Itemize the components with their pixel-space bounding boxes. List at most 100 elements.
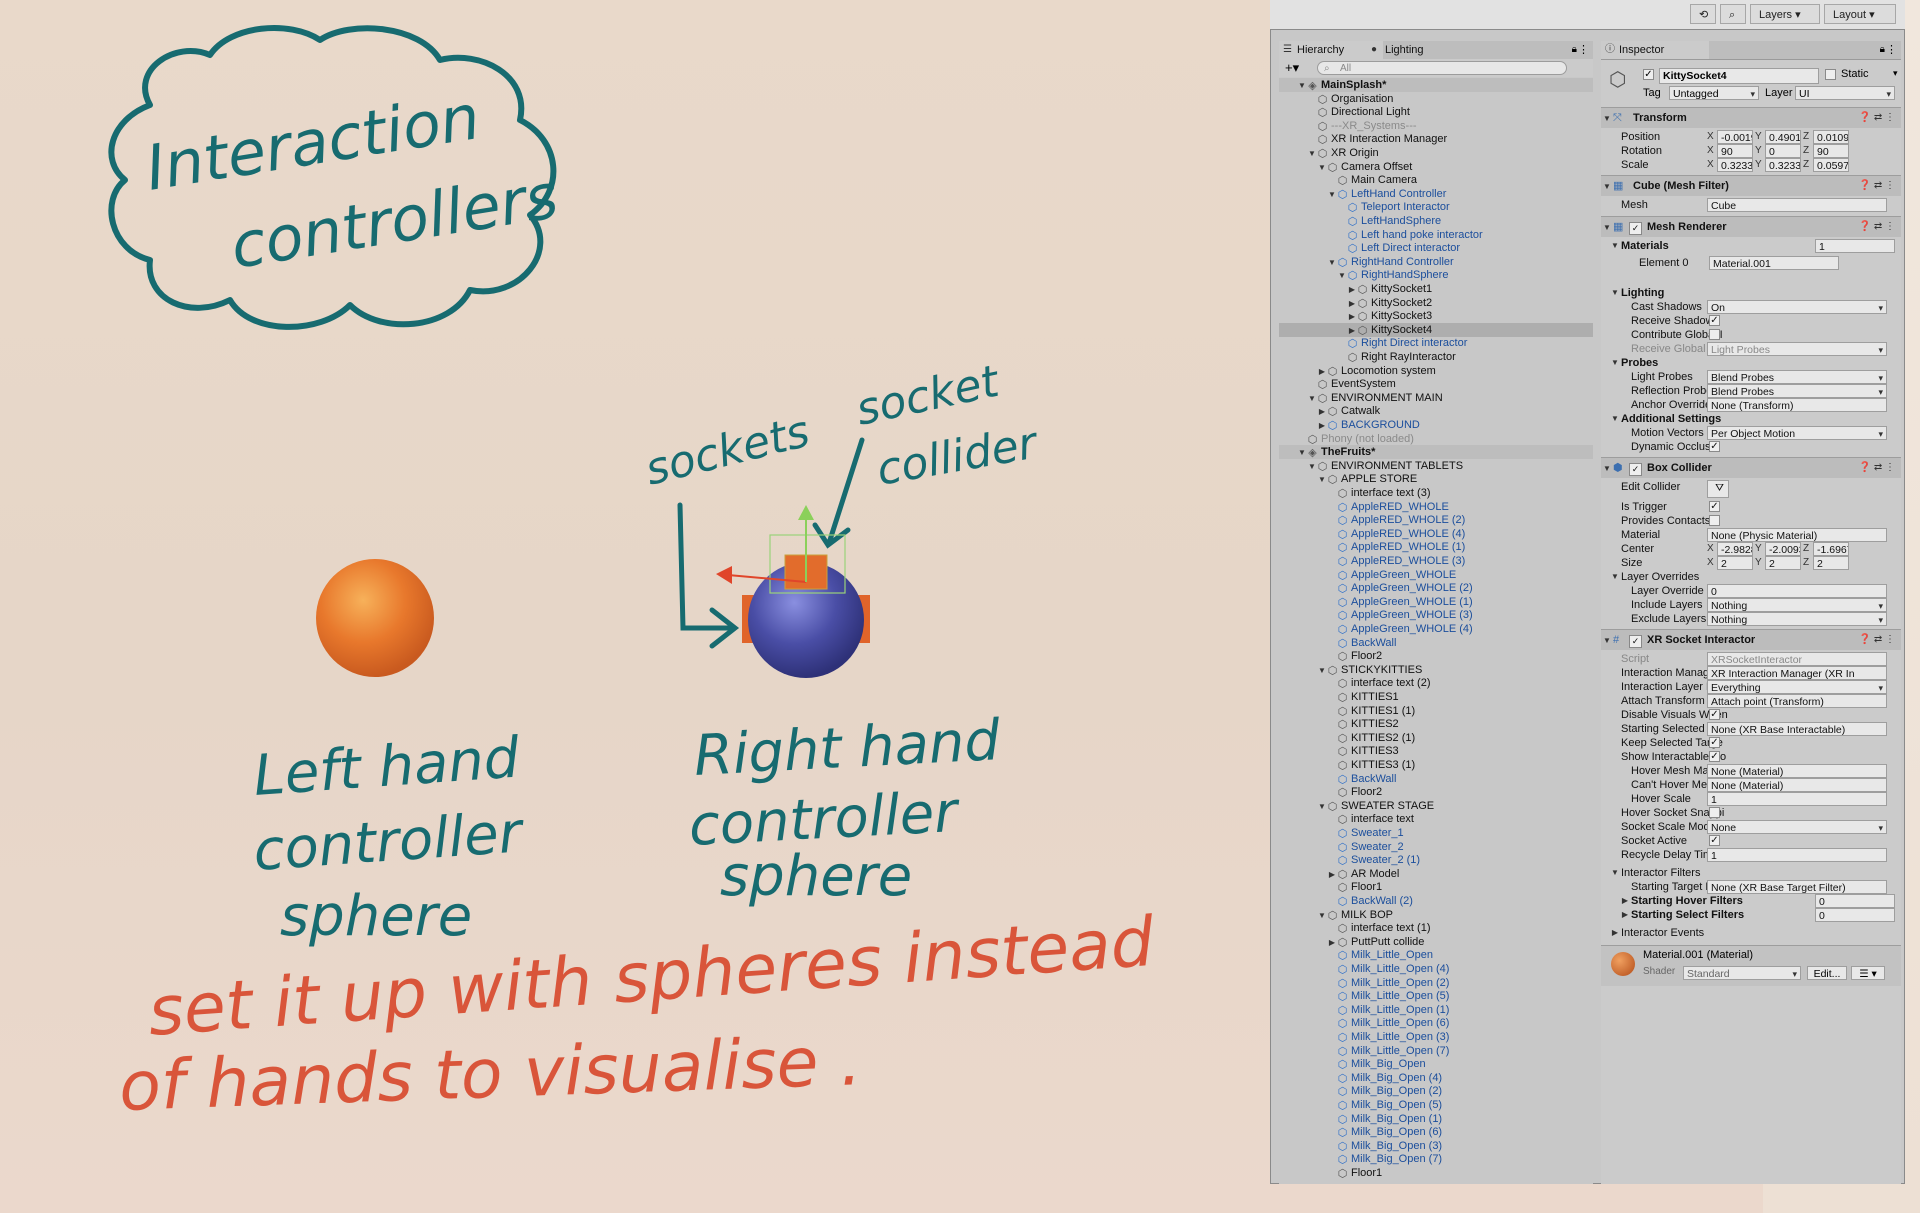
socket-scale-mode-dropdown[interactable]: None	[1707, 820, 1887, 834]
hover-scale-field[interactable]: 1	[1707, 792, 1887, 806]
mesh-filter-component[interactable]: ▼ ▦ Cube (Mesh Filter) ❓ ⇄ ⋮	[1601, 175, 1901, 196]
material-component[interactable]: Material.001 (Material) Shader Standard Edi…	[1601, 945, 1901, 986]
hierarchy-item[interactable]: ⬡ AppleRED_WHOLE (3)	[1279, 554, 1593, 568]
hierarchy-item[interactable]: ▼ ⬡ STICKYKITTIES	[1279, 663, 1593, 677]
hierarchy-item[interactable]: ⬡ ---XR_Systems---	[1279, 119, 1593, 133]
exclude-layers-dropdown[interactable]: Nothing	[1707, 612, 1887, 626]
hierarchy-item[interactable]: ⬡ KITTIES1 (1)	[1279, 704, 1593, 718]
hierarchy-item[interactable]: ⬡ Left Direct interactor	[1279, 241, 1593, 255]
disable-visuals-checkbox[interactable]: ✓	[1709, 709, 1720, 720]
hierarchy-item[interactable]: ⬡ KITTIES3	[1279, 744, 1593, 758]
axis-z-field[interactable]: 0.0597	[1813, 158, 1849, 172]
hierarchy-item[interactable]: ▼ ⬡ LeftHand Controller	[1279, 187, 1593, 201]
collapse-icon[interactable]: ▼	[1601, 459, 1613, 479]
cast-shadows-dropdown[interactable]: On	[1707, 300, 1887, 314]
hierarchy-item[interactable]: ▼ ⬡ ENVIRONMENT MAIN	[1279, 391, 1593, 405]
hierarchy-item[interactable]: ⬡ Milk_Little_Open (2)	[1279, 976, 1593, 990]
enabled-checkbox[interactable]: ✓	[1629, 635, 1642, 648]
hierarchy-item[interactable]: ⬡ AppleGreen_WHOLE (1)	[1279, 595, 1593, 609]
axis-x-field[interactable]: -2.9828	[1717, 542, 1753, 556]
collider-material-field[interactable]: None (Physic Material)	[1707, 528, 1887, 542]
hierarchy-item[interactable]: ▼ ⬡ Camera Offset	[1279, 160, 1593, 174]
dynamic-occlusion-checkbox[interactable]: ✓	[1709, 441, 1720, 452]
receive-shadows-checkbox[interactable]: ✓	[1709, 315, 1720, 326]
static-checkbox[interactable]	[1825, 69, 1836, 80]
hierarchy-item[interactable]: ▼ ⬡ MILK BOP	[1279, 908, 1593, 922]
hierarchy-item[interactable]: ⬡ Milk_Big_Open (6)	[1279, 1125, 1593, 1139]
component-menu-icon[interactable]: ❓ ⇄ ⋮	[1859, 176, 1895, 196]
hierarchy-item[interactable]: ⬡ AppleGreen_WHOLE	[1279, 568, 1593, 582]
keep-selected-checkbox[interactable]: ✓	[1709, 737, 1720, 748]
hierarchy-item[interactable]: ⬡ Milk_Big_Open (7)	[1279, 1152, 1593, 1166]
tab-lighting[interactable]: ● Lighting	[1367, 41, 1475, 59]
hierarchy-item[interactable]: ⬡ BackWall	[1279, 772, 1593, 786]
axis-z-field[interactable]: 90	[1813, 144, 1849, 158]
hierarchy-item[interactable]: ⬡ interface text (1)	[1279, 921, 1593, 935]
collapse-icon[interactable]: ▼	[1601, 109, 1613, 129]
tab-inspector[interactable]: ⓘ Inspector	[1601, 41, 1709, 59]
hierarchy-item[interactable]: ▶ ⬡ KittySocket3	[1279, 309, 1593, 323]
hierarchy-item[interactable]: ⬡ Milk_Little_Open (6)	[1279, 1016, 1593, 1030]
starting-target-filter-field[interactable]: None (XR Base Target Filter)	[1707, 880, 1887, 894]
hierarchy-item[interactable]: ⬡ interface text (2)	[1279, 676, 1593, 690]
layout-dropdown[interactable]: Layout ▾	[1824, 4, 1896, 24]
hierarchy-item[interactable]: ⬡ Milk_Big_Open (4)	[1279, 1071, 1593, 1085]
hierarchy-item[interactable]: ⬡ Milk_Little_Open	[1279, 948, 1593, 962]
recycle-delay-field[interactable]: 1	[1707, 848, 1887, 862]
interaction-layer-dropdown[interactable]: Everything	[1707, 680, 1887, 694]
more-menu-icon[interactable]: ⋮	[1578, 43, 1589, 56]
cant-hover-mesh-field[interactable]: None (Material)	[1707, 778, 1887, 792]
enabled-checkbox[interactable]: ✓	[1629, 222, 1642, 235]
hierarchy-item[interactable]: ⬡ Milk_Little_Open (1)	[1279, 1003, 1593, 1017]
lock-icon[interactable]: 🔒︎	[1880, 44, 1885, 55]
hierarchy-item[interactable]: ⬡ AppleRED_WHOLE (1)	[1279, 540, 1593, 554]
interaction-manager-field[interactable]: XR Interaction Manager (XR In	[1707, 666, 1887, 680]
hierarchy-item[interactable]: ⬡ Sweater_2 (1)	[1279, 853, 1593, 867]
attach-transform-field[interactable]: Attach point (Transform)	[1707, 694, 1887, 708]
hierarchy-item[interactable]: ⬡ interface text (3)	[1279, 486, 1593, 500]
collapse-icon[interactable]: ▼	[1601, 177, 1613, 197]
hierarchy-item[interactable]: ⬡ Milk_Little_Open (4)	[1279, 962, 1593, 976]
hierarchy-item[interactable]: ▼ ⬡ APPLE STORE	[1279, 472, 1593, 486]
axis-x-field[interactable]: 90	[1717, 144, 1753, 158]
hierarchy-item[interactable]: ⬡ Floor1	[1279, 1166, 1593, 1180]
layer-priority-field[interactable]: 0	[1707, 584, 1887, 598]
mesh-renderer-component[interactable]: ▼ ▦ ✓ Mesh Renderer ❓ ⇄ ⋮	[1601, 216, 1901, 237]
starting-hover-filters-count[interactable]: 0	[1815, 894, 1895, 908]
foldout-icon[interactable]: ▼	[1609, 238, 1621, 254]
hover-socket-snapping-checkbox[interactable]	[1709, 807, 1720, 818]
hierarchy-item[interactable]: ⬡ Left hand poke interactor	[1279, 228, 1593, 242]
hierarchy-item[interactable]: ⬡ BackWall	[1279, 636, 1593, 650]
foldout-icon[interactable]: ▶	[1619, 907, 1631, 923]
hierarchy-item[interactable]: ⬡ AppleRED_WHOLE (2)	[1279, 513, 1593, 527]
axis-x-field[interactable]: 2	[1717, 556, 1753, 570]
hierarchy-item[interactable]: ⬡ AppleGreen_WHOLE (2)	[1279, 581, 1593, 595]
hierarchy-item[interactable]: ▼ ⬡ RightHandSphere	[1279, 268, 1593, 282]
hierarchy-item[interactable]: ⬡ LeftHandSphere	[1279, 214, 1593, 228]
hierarchy-item[interactable]: ▶ ⬡ KittySocket4	[1279, 322, 1593, 337]
hierarchy-item[interactable]: ▼ ⬡ RightHand Controller	[1279, 255, 1593, 269]
hierarchy-item[interactable]: ⬡ Milk_Big_Open	[1279, 1057, 1593, 1071]
hierarchy-item[interactable]: ⬡ Milk_Big_Open (5)	[1279, 1098, 1593, 1112]
component-menu-icon[interactable]: ❓ ⇄ ⋮	[1859, 108, 1895, 128]
shader-list-icon[interactable]: ☰ ▾	[1851, 966, 1885, 980]
layers-dropdown[interactable]: Layers ▾	[1750, 4, 1820, 24]
transform-component[interactable]: ▼ ⤧ Transform ❓ ⇄ ⋮	[1601, 107, 1901, 128]
hierarchy-item[interactable]: ⬡ AppleGreen_WHOLE (3)	[1279, 608, 1593, 622]
static-dropdown-icon[interactable]: ▾	[1893, 68, 1898, 79]
object-name-field[interactable]: KittySocket4	[1659, 68, 1819, 84]
hierarchy-item[interactable]: ⬡ Floor2	[1279, 649, 1593, 663]
hierarchy-item[interactable]: ⬡ AppleGreen_WHOLE (4)	[1279, 622, 1593, 636]
hierarchy-item[interactable]: ⬡ Sweater_2	[1279, 840, 1593, 854]
hierarchy-item[interactable]: ▶ ⬡ Locomotion system	[1279, 364, 1593, 378]
hierarchy-item[interactable]: ▼ ⬡ ENVIRONMENT TABLETS	[1279, 459, 1593, 473]
enabled-checkbox[interactable]: ✓	[1629, 463, 1642, 476]
hierarchy-item[interactable]: ⬡ Teleport Interactor	[1279, 200, 1593, 214]
contribute-gi-checkbox[interactable]	[1709, 329, 1720, 340]
component-menu-icon[interactable]: ❓ ⇄ ⋮	[1859, 217, 1895, 237]
edit-collider-button[interactable]: ⛛	[1707, 480, 1729, 498]
light-probes-dropdown[interactable]: Blend Probes	[1707, 370, 1887, 384]
element0-field[interactable]: Material.001	[1709, 256, 1839, 270]
add-icon[interactable]: +▾	[1285, 60, 1299, 76]
motion-vectors-dropdown[interactable]: Per Object Motion	[1707, 426, 1887, 440]
